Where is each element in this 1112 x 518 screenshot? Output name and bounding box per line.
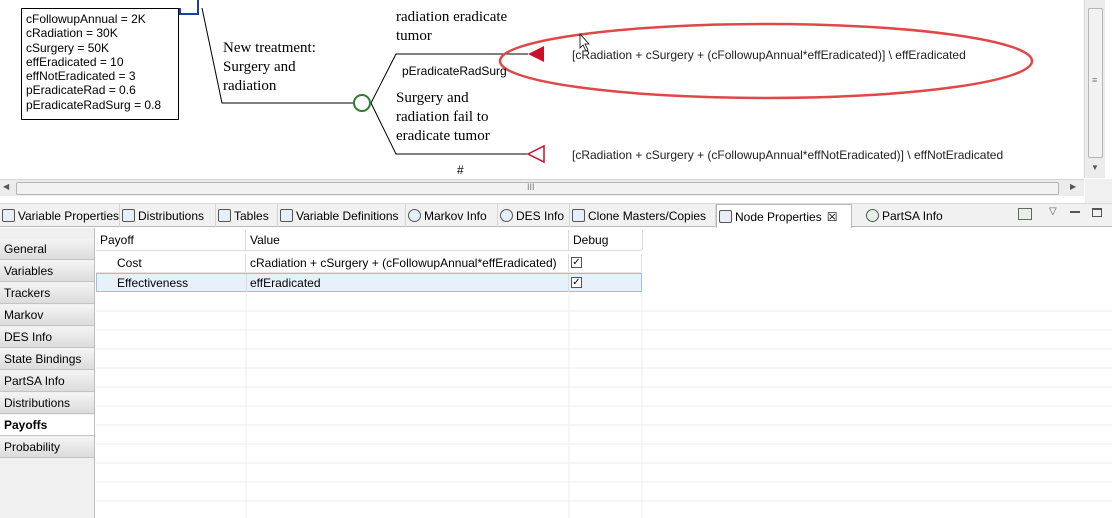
sidebar-item-general[interactable]: General	[0, 239, 94, 260]
empty-grid-lines	[96, 292, 1112, 518]
payoff-name: Cost	[96, 254, 246, 272]
variable-line: cFollowupAnnual = 2K	[26, 12, 146, 26]
label-line: radiation fail to	[396, 109, 489, 125]
distributions-icon	[122, 209, 135, 222]
variable-line: effNotEradicated = 3	[26, 69, 136, 84]
tab-node-properties[interactable]: Node Properties ☒	[716, 204, 852, 228]
view-tab-bar: Variable Properties Distributions Tables…	[0, 203, 1112, 228]
sidebar-item-payoffs[interactable]: Payoffs	[0, 415, 94, 436]
sidebar-item-partsa-info[interactable]: PartSA Info	[0, 371, 94, 392]
tab-tables[interactable]: Tables	[216, 204, 278, 227]
probability-label[interactable]: pEradicateRadSurg	[402, 64, 507, 78]
horizontal-scroll-thumb[interactable]: III	[16, 182, 1059, 195]
scroll-corner	[1085, 179, 1112, 203]
label-line: tumor	[396, 28, 432, 44]
variable-line: effEradicated = 10	[26, 54, 124, 69]
tab-label: PartSA Info	[882, 208, 943, 223]
debug-cell: ✓	[569, 254, 642, 272]
payoff-table: Payoff Value Debug Cost cRadiation + cSu…	[96, 230, 1112, 518]
label-line: Surgery and	[396, 90, 469, 106]
sidebar-item-markov[interactable]: Markov	[0, 305, 94, 326]
scroll-down-arrow-icon[interactable]: ▼	[1091, 163, 1099, 172]
decision-tree-canvas[interactable]: cFollowupAnnual = 2K cRadiation = 30K cS…	[0, 0, 1084, 178]
properties-sidebar: General Variables Trackers Markov DES In…	[0, 228, 95, 518]
des-icon	[500, 209, 513, 222]
label-line: radiation	[223, 78, 277, 94]
minimize-icon[interactable]	[1070, 211, 1080, 213]
tables-icon	[218, 209, 231, 222]
vertical-scrollbar[interactable]: ≡ ▼	[1084, 0, 1105, 178]
partsa-icon	[866, 209, 879, 222]
close-icon[interactable]: ☒	[827, 206, 838, 228]
sidebar-item-variables[interactable]: Variables	[0, 261, 94, 282]
terminal-node-1[interactable]	[528, 46, 544, 62]
terminal-node-2[interactable]	[526, 144, 545, 164]
tab-variable-definitions[interactable]: Variable Definitions	[278, 204, 406, 227]
tab-label: Variable Definitions	[296, 208, 399, 223]
table-header-row: Payoff Value Debug	[96, 230, 643, 251]
variable-line: pEradicateRad = 0.6	[26, 83, 136, 98]
scroll-left-arrow-icon[interactable]: ◀	[3, 182, 9, 191]
decision-bracket	[179, 0, 199, 15]
tab-partsa-info[interactable]: PartSA Info	[864, 204, 950, 227]
tab-variable-properties[interactable]: Variable Properties	[0, 204, 120, 227]
sidebar-item-distributions[interactable]: Distributions	[0, 393, 94, 414]
table-row[interactable]: Effectiveness effEradicated ✓	[96, 273, 642, 292]
tab-distributions[interactable]: Distributions	[120, 204, 216, 227]
pin-view-icon[interactable]	[1018, 208, 1032, 220]
variable-definitions-box[interactable]: cFollowupAnnual = 2K cRadiation = 30K cS…	[21, 8, 179, 120]
label-line: eradicate tumor	[396, 128, 490, 144]
column-header-payoff[interactable]: Payoff	[96, 230, 246, 250]
label-line: Surgery and	[223, 59, 296, 75]
markov-icon	[408, 209, 421, 222]
variable-properties-icon	[2, 209, 15, 222]
sidebar-item-des-info[interactable]: DES Info	[0, 327, 94, 348]
variable-line: pEradicateRadSurg = 0.8	[26, 97, 162, 112]
column-header-debug[interactable]: Debug	[569, 230, 643, 250]
terminal-formula-eradicated[interactable]: [cRadiation + cSurgery + (cFollowupAnnua…	[572, 48, 966, 62]
sidebar-item-probability[interactable]: Probability	[0, 437, 94, 458]
view-menu-chevron-down-icon[interactable]: ▽	[1049, 206, 1057, 217]
grip-label: III	[527, 182, 535, 192]
debug-checkbox[interactable]: ✓	[571, 257, 582, 268]
variable-line: cSurgery = 50K	[26, 40, 110, 55]
horizontal-scrollbar[interactable]: ◀ III ▶	[0, 179, 1084, 196]
tab-des-info[interactable]: DES Info	[498, 204, 570, 227]
branch-label-new-treatment[interactable]: New treatment: Surgery and radiation	[223, 39, 316, 96]
clone-icon	[572, 209, 585, 222]
tab-label: Markov Info	[424, 208, 487, 223]
payoff-value[interactable]: cRadiation + cSurgery + (cFollowupAnnual…	[246, 254, 569, 272]
vertical-scroll-thumb[interactable]: ≡	[1088, 8, 1103, 158]
tab-label: Variable Properties	[17, 208, 119, 223]
payoff-value[interactable]: effEradicated	[246, 274, 569, 292]
hash-label: #	[457, 163, 464, 177]
maximize-icon[interactable]	[1092, 208, 1102, 217]
payoff-name: Effectiveness	[97, 274, 247, 292]
branch-label-eradicate[interactable]: radiation eradicate tumor	[396, 8, 507, 46]
tab-label: DES Info	[516, 208, 565, 223]
variable-definitions-icon	[280, 209, 293, 222]
grip-icon: ≡	[1092, 75, 1098, 85]
tab-markov-info[interactable]: Markov Info	[406, 204, 498, 227]
label-line: New treatment:	[223, 40, 316, 56]
table-row[interactable]: Cost cRadiation + cSurgery + (cFollowupA…	[96, 254, 642, 273]
tab-label: Tables	[234, 208, 269, 223]
chance-node[interactable]	[353, 94, 371, 112]
sidebar-item-state-bindings[interactable]: State Bindings	[0, 349, 94, 370]
column-header-value[interactable]: Value	[246, 230, 569, 250]
tab-label: Distributions	[138, 208, 205, 223]
tab-clone-masters-copies[interactable]: Clone Masters/Copies	[570, 204, 716, 227]
label-line: radiation eradicate	[396, 9, 508, 25]
variable-line: cRadiation = 30K	[26, 26, 118, 41]
tab-label: Clone Masters/Copies	[588, 208, 707, 223]
sidebar-item-trackers[interactable]: Trackers	[0, 283, 94, 304]
debug-cell: ✓	[569, 274, 642, 292]
branch-label-fail[interactable]: Surgery and radiation fail to eradicate …	[396, 89, 490, 146]
tab-label: Node Properties	[735, 209, 822, 224]
scroll-right-arrow-icon[interactable]: ▶	[1070, 182, 1076, 191]
debug-checkbox[interactable]: ✓	[571, 277, 582, 288]
node-properties-icon	[719, 210, 732, 223]
terminal-formula-not-eradicated[interactable]: [cRadiation + cSurgery + (cFollowupAnnua…	[572, 148, 1003, 162]
